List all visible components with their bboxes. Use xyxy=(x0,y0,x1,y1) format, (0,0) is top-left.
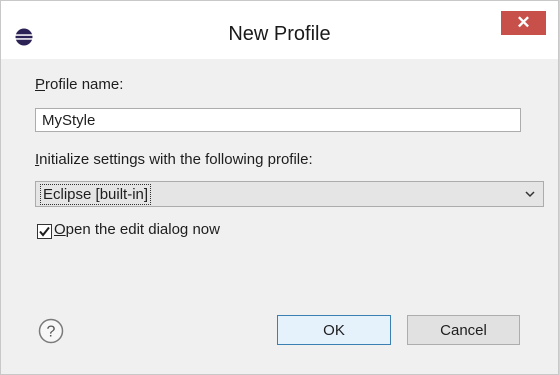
initialize-settings-label: Initialize settings with the following p… xyxy=(35,151,313,168)
cancel-button[interactable]: Cancel xyxy=(407,315,520,345)
close-button[interactable]: ✕ xyxy=(501,11,546,35)
profile-select[interactable]: Eclipse [built-in] xyxy=(35,181,544,207)
svg-text:?: ? xyxy=(47,324,56,341)
profile-name-input[interactable]: MyStyle xyxy=(35,108,521,132)
dialog-content: Profile name: MyStyle Initialize setting… xyxy=(11,59,558,374)
ok-button[interactable]: OK xyxy=(277,315,391,345)
close-icon: ✕ xyxy=(516,13,531,32)
help-icon[interactable]: ? xyxy=(38,318,64,344)
chevron-down-icon xyxy=(525,191,535,198)
dialog-title: New Profile xyxy=(228,23,331,45)
profile-name-label: Profile name: xyxy=(35,76,124,93)
new-profile-dialog: New Profile ✕ Profile name: MyStyle Init… xyxy=(0,0,559,375)
open-edit-checkbox[interactable] xyxy=(37,224,52,239)
profile-select-value: Eclipse [built-in] xyxy=(40,184,152,205)
title-bar: New Profile ✕ xyxy=(1,1,558,59)
checkmark-icon xyxy=(39,226,50,237)
open-edit-label[interactable]: Open the edit dialog now xyxy=(54,221,220,238)
